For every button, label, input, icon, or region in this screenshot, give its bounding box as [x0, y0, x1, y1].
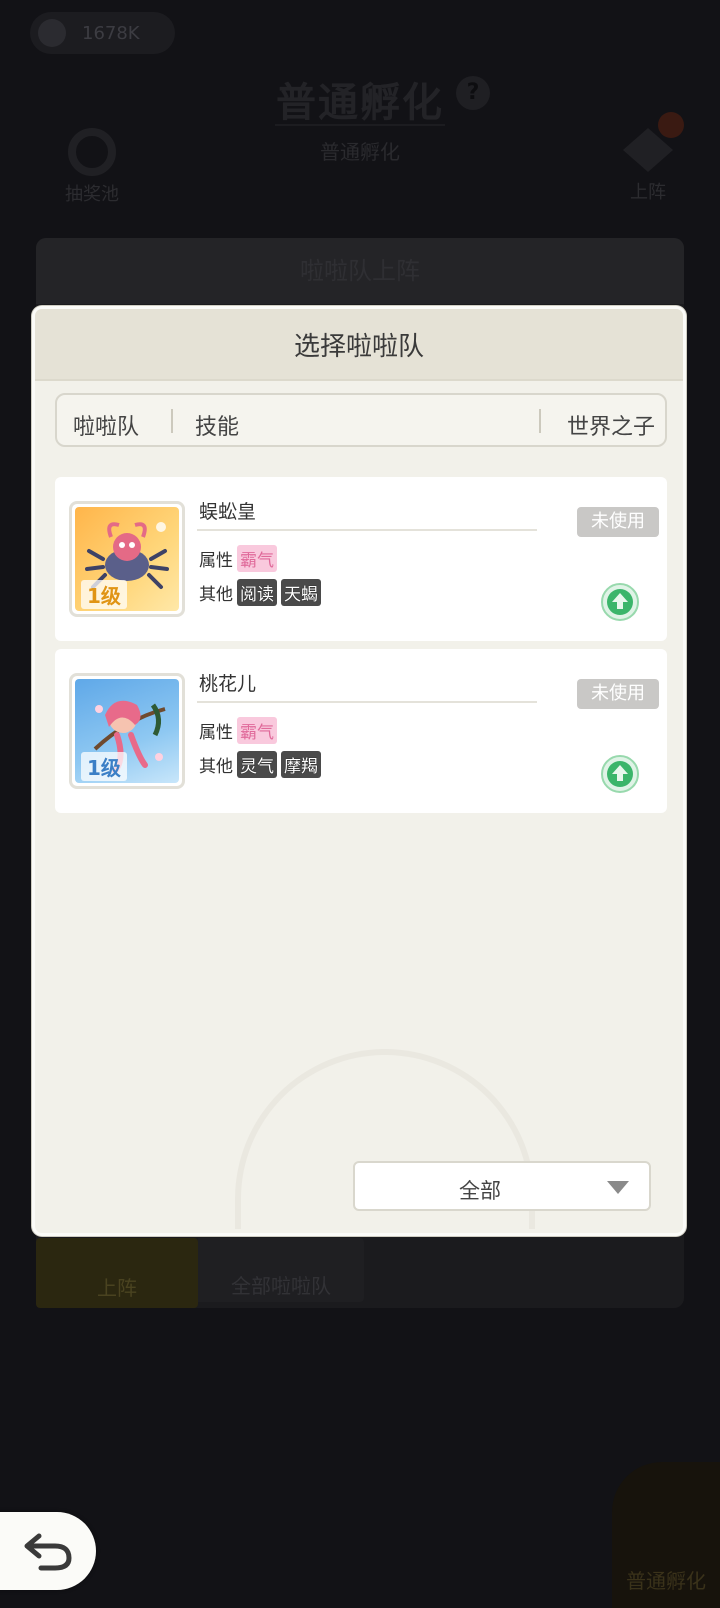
currency-value: 1678K	[82, 22, 140, 44]
column-header-bar: 啦啦队 技能 世界之子	[55, 393, 667, 447]
column-divider	[539, 409, 541, 433]
select-cheerleader-dialog: 选择啦啦队 啦啦队 技能 世界之子 1级 蜈蚣皇 属性 霸气 其他 阅读 天蝎 …	[32, 306, 686, 1236]
cheerleader-card[interactable]: 1级 桃花儿 属性 霸气 其他 灵气 摩羯 未使用	[55, 649, 667, 813]
attribute-label: 属性	[199, 551, 233, 571]
status-badge: 未使用	[577, 679, 659, 709]
help-icon: ?	[456, 76, 490, 110]
peach-blossom-portrait: 1级	[75, 679, 179, 783]
notification-badge	[658, 112, 684, 138]
filter-dropdown[interactable]: 全部	[353, 1161, 651, 1211]
avatar[interactable]: 1级	[69, 501, 185, 617]
deploy-panel-title: 啦啦队上阵	[36, 238, 684, 304]
centipede-king-portrait: 1级	[75, 507, 179, 611]
lottery-pool-button: 抽奖池	[56, 128, 128, 206]
back-button[interactable]	[0, 1512, 96, 1590]
attribute-row: 属性 霸气	[199, 545, 277, 572]
arrow-up-icon	[607, 589, 633, 615]
tab-all-cheerleaders: 全部啦啦队	[198, 1238, 364, 1302]
subtitle-divider	[275, 124, 445, 126]
dropdown-arrow-icon	[607, 1181, 629, 1194]
deploy-button: 上阵	[612, 112, 684, 204]
skill-tag: 摩羯	[281, 751, 321, 778]
deploy-label: 上阵	[630, 182, 666, 203]
currency-display: 1678K	[30, 12, 175, 54]
column-cheerleader: 啦啦队	[73, 415, 140, 440]
attribute-label: 属性	[199, 723, 233, 743]
page-title: 普通孵化	[276, 80, 444, 126]
coin-icon	[38, 19, 66, 47]
deploy-up-button[interactable]	[601, 755, 639, 793]
attribute-tag: 霸气	[237, 717, 277, 744]
arrow-up-icon	[607, 761, 633, 787]
film-reel-icon	[68, 128, 116, 176]
tab-deploy: 上阵	[36, 1238, 198, 1308]
skill-tag: 灵气	[237, 751, 277, 778]
other-tags-row: 其他 阅读 天蝎	[199, 579, 321, 606]
deploy-up-button[interactable]	[601, 583, 639, 621]
name-divider	[197, 701, 537, 703]
other-label: 其他	[199, 757, 233, 777]
attribute-tag: 霸气	[237, 545, 277, 572]
column-world-child: 世界之子	[566, 415, 655, 440]
hatch-egg-button: 普通孵化	[612, 1462, 720, 1608]
level-badge: 1级	[81, 580, 127, 609]
skill-tag: 天蝎	[281, 579, 321, 606]
level-badge: 1级	[81, 752, 127, 781]
back-arrow-icon	[24, 1533, 72, 1571]
column-skill: 技能	[195, 415, 240, 440]
other-label: 其他	[199, 585, 233, 605]
other-tags-row: 其他 灵气 摩羯	[199, 751, 321, 778]
cheerleader-name: 蜈蚣皇	[199, 501, 257, 523]
name-divider	[197, 529, 537, 531]
hatch-egg-label: 普通孵化	[626, 1569, 706, 1593]
avatar[interactable]: 1级	[69, 673, 185, 789]
dialog-title: 选择啦啦队	[35, 309, 683, 381]
cheerleader-card[interactable]: 1级 蜈蚣皇 属性 霸气 其他 阅读 天蝎 未使用	[55, 477, 667, 641]
lottery-pool-label: 抽奖池	[65, 184, 119, 205]
skill-tag: 阅读	[237, 579, 277, 606]
column-divider	[171, 409, 173, 433]
status-badge: 未使用	[577, 507, 659, 537]
cheerleader-name: 桃花儿	[199, 673, 257, 695]
filter-value: 全部	[459, 1179, 501, 1203]
attribute-row: 属性 霸气	[199, 717, 277, 744]
